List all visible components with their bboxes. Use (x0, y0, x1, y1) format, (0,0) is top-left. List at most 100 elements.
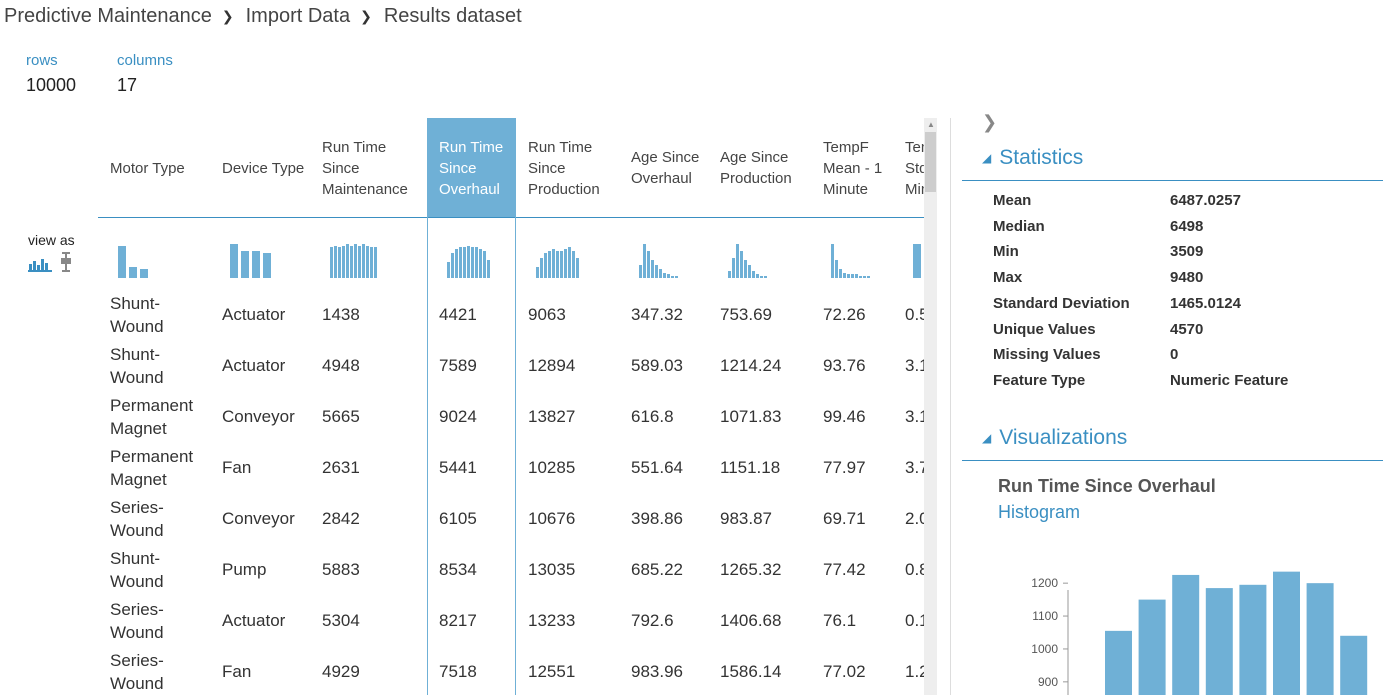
y-axis-tick-label: 1000 (1031, 642, 1058, 656)
table-cell: Shunt-Wound (110, 548, 164, 591)
table-cell: 1406.68 (720, 611, 782, 630)
column-histogram[interactable] (230, 233, 271, 278)
stat-value: 9480 (1170, 269, 1204, 287)
stat-label: Missing Values (993, 346, 1101, 364)
column-histogram[interactable] (536, 233, 579, 278)
column-header-label: Age Since Overhaul (631, 149, 700, 187)
histogram-bar (859, 276, 862, 278)
column-histogram[interactable] (639, 233, 678, 278)
histogram-bar (459, 247, 462, 278)
histogram-bar (370, 247, 373, 278)
column-header[interactable]: Age Since Overhaul (619, 118, 708, 218)
stat-value: 4570 (1170, 320, 1204, 338)
table-cell: 3.7 (905, 458, 925, 477)
histogram-bar (1273, 571, 1300, 695)
stat-value: Numeric Feature (1170, 371, 1289, 389)
breadcrumb-item-module[interactable]: Import Data (246, 5, 350, 28)
histogram-bar (732, 258, 735, 278)
column-header[interactable]: Run Time Since Maintenance (310, 118, 427, 218)
column-histogram[interactable] (118, 233, 148, 278)
table-cell: 8534 (439, 560, 477, 579)
table-cell: 5304 (322, 611, 360, 630)
statistics-section-header[interactable]: ◢ Statistics (982, 146, 1083, 170)
histogram-bar (855, 274, 858, 278)
table-cell: Pump (222, 560, 267, 579)
stat-value: 1465.0124 (1170, 294, 1241, 312)
view-as: view as (28, 232, 75, 272)
column-histogram[interactable] (728, 233, 767, 278)
histogram-bar (536, 267, 539, 278)
histogram-bar (118, 246, 126, 278)
columns-summary: columns 17 (117, 52, 173, 96)
table-cell: 0.8 (905, 560, 925, 579)
column-header-label: Device Type (222, 159, 305, 177)
column-header-label: TempF Mean - 1 Minute (823, 138, 883, 198)
table-cell: Shunt-Wound (110, 293, 164, 336)
histogram-bar (752, 271, 755, 278)
histogram-view-icon[interactable] (28, 256, 52, 272)
histogram-bar (643, 244, 646, 278)
histogram-bar (129, 267, 137, 278)
histogram-bar (556, 251, 559, 278)
grid-vertical-scrollbar[interactable]: ▲ (924, 118, 937, 695)
column-header[interactable]: Motor Type (98, 118, 210, 218)
histogram-bar (1306, 583, 1334, 695)
histogram-bar (475, 247, 478, 278)
rows-value: 10000 (26, 75, 77, 95)
table-cell: 10285 (528, 458, 576, 477)
visualization-type-link[interactable]: Histogram (998, 502, 1080, 523)
column-histogram[interactable] (447, 233, 490, 278)
table-cell: 72.26 (823, 305, 866, 324)
histogram-chart: 900 1000 1100 1200 (1031, 571, 1368, 695)
histogram-bar (740, 251, 743, 278)
visualizations-section-header[interactable]: ◢ Visualizations (982, 426, 1127, 450)
column-header-label: TempF Std - 1 Minute (905, 138, 925, 198)
histogram-bar (568, 247, 571, 278)
table-cell: 93.76 (823, 356, 866, 375)
histogram-bar (651, 260, 654, 278)
histogram-bar (447, 262, 450, 278)
column-header[interactable]: Run Time Since Overhaul (427, 118, 516, 218)
chevron-right-icon: ❯ (360, 8, 372, 24)
column-header[interactable]: Run Time Since Production (516, 118, 619, 218)
table-cell: Series-Wound (110, 599, 164, 642)
breadcrumb-item-project[interactable]: Predictive Maintenance (4, 5, 212, 28)
histogram-bar (560, 251, 563, 278)
table-cell: 4948 (322, 356, 360, 375)
histogram-bar (847, 274, 850, 278)
histogram-bar (552, 249, 555, 278)
table-cell: 9024 (439, 407, 477, 426)
stat-label: Max (993, 269, 1023, 287)
histogram-bar (1205, 588, 1233, 695)
table-cell: 8217 (439, 611, 477, 630)
table-cell: 1151.18 (720, 458, 781, 477)
column-histogram[interactable] (831, 233, 870, 278)
y-axis-tick-label: 1200 (1031, 576, 1058, 590)
column-header[interactable]: Device Type (210, 118, 310, 218)
column-histogram[interactable] (330, 233, 377, 278)
column-header[interactable]: TempF Std - 1 Minute (893, 118, 925, 218)
table-cell: 77.97 (823, 458, 866, 477)
visualization-column-name: Run Time Since Overhaul (998, 476, 1216, 496)
histogram-bar (358, 246, 361, 278)
table-cell: 398.86 (631, 509, 683, 528)
histogram-bar (576, 258, 579, 278)
table-cell: 347.32 (631, 305, 683, 324)
boxplot-view-icon[interactable] (60, 252, 72, 272)
column-header[interactable]: Age Since Production (708, 118, 811, 218)
column-header[interactable]: TempF Mean - 1 Minute (811, 118, 893, 218)
scroll-up-icon[interactable]: ▲ (927, 120, 935, 129)
table-cell: 5441 (439, 458, 477, 477)
histogram-bar (756, 274, 759, 278)
table-cell: 2.0 (905, 509, 925, 528)
histogram-bar (483, 251, 486, 278)
expand-panel-icon[interactable]: ❯ (982, 112, 997, 133)
histogram-bar (263, 253, 271, 278)
histogram-bar (338, 247, 341, 278)
scrollbar-thumb[interactable] (925, 132, 936, 192)
rows-summary: rows 10000 (26, 52, 76, 96)
rows-label: rows (26, 52, 58, 69)
visualizations-title: Visualizations (999, 426, 1128, 449)
histogram-bar (667, 274, 670, 278)
table-cell: Actuator (222, 611, 286, 630)
